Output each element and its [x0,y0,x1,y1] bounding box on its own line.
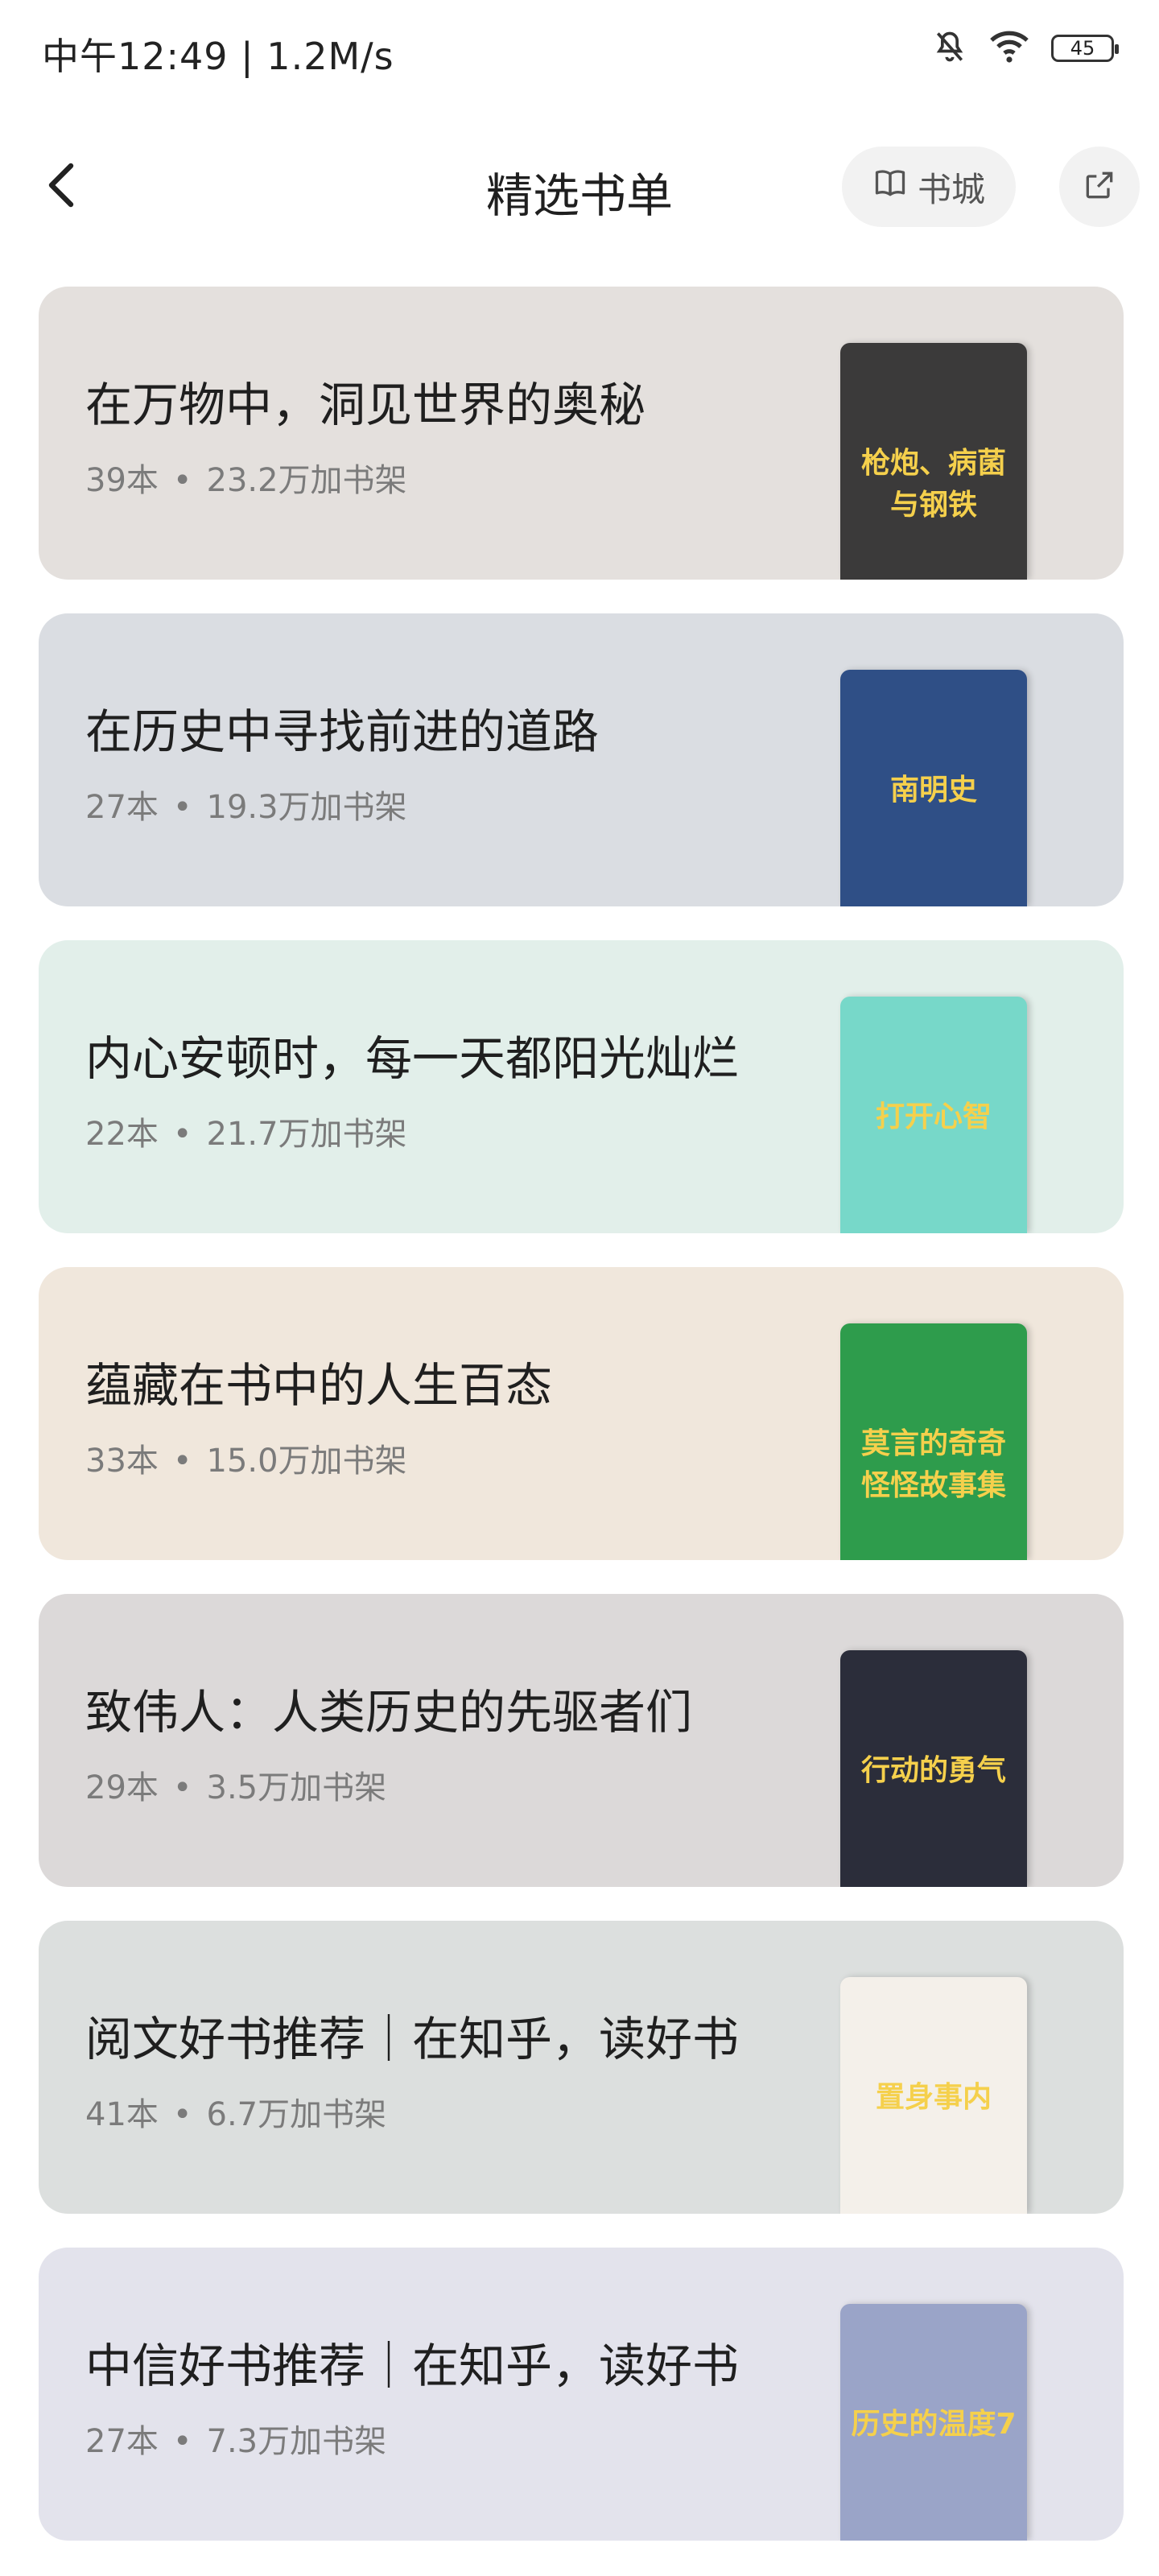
book-cover-front: 枪炮、病菌与钢铁 [840,343,1027,580]
booklist-card[interactable]: 中信好书推荐｜在知乎，读好书 27本 • 7.3万加书架 历史的温度7 [39,2248,1124,2541]
booklist-card[interactable]: 阅文好书推荐｜在知乎，读好书 41本 • 6.7万加书架 置身事内 [39,1921,1124,2214]
store-button[interactable]: 书城 [842,147,1016,227]
book-covers: 历史的温度7 [840,2304,1090,2541]
header: 精选书单 书城 [0,129,1159,242]
status-time-speed: 中午12:49 | 1.2M/s [42,35,394,78]
book-cover-title: 打开心智 [875,1100,992,1133]
book-covers: 南明史 [840,670,1090,906]
book-cover-title: 南明史 [889,774,977,807]
book-cover-front: 历史的温度7 [840,2304,1027,2541]
booklist-meta: 27本 • 7.3万加书架 [85,2423,387,2460]
wifi-icon [988,29,1030,68]
battery-indicator: 45 [1051,35,1119,62]
book-cover-title: 枪炮、病菌与钢铁 [860,447,1006,522]
booklist-card[interactable]: 内心安顿时，每一天都阳光灿烂 22本 • 21.7万加书架 打开心智 [39,940,1124,1233]
booklist-meta: 29本 • 3.5万加书架 [85,1769,387,1806]
book-cover-front: 南明史 [840,670,1027,906]
booklist-meta: 27本 • 19.3万加书架 [85,789,407,826]
booklist-card[interactable]: 蕴藏在书中的人生百态 33本 • 15.0万加书架 莫言的奇奇怪怪故事集 [39,1267,1124,1560]
store-button-label: 书城 [917,169,985,209]
book-count: 41本 [85,2096,159,2133]
book-count: 27本 [85,789,159,826]
book-covers: 置身事内 [840,1977,1090,2214]
book-count: 33本 [85,1443,159,1480]
book-cover-front: 置身事内 [840,1977,1027,2214]
booklist-title: 中信好书推荐｜在知乎，读好书 [85,2339,740,2393]
booklist-title: 内心安顿时，每一天都阳光灿烂 [85,1031,740,1086]
shelf-count: 21.7万加书架 [206,1116,407,1153]
booklist-meta: 41本 • 6.7万加书架 [85,2096,387,2133]
book-covers: 莫言的奇奇怪怪故事集 [840,1323,1090,1560]
booklist-title: 在万物中，洞见世界的奥秘 [85,378,646,432]
shelf-count: 6.7万加书架 [206,2096,387,2133]
book-icon [872,165,908,208]
book-cover-front: 打开心智 [840,997,1027,1233]
book-count: 27本 [85,2423,159,2460]
share-button[interactable] [1059,147,1140,227]
booklist-title: 在历史中寻找前进的道路 [85,704,600,759]
book-count: 29本 [85,1769,159,1806]
book-covers: 枪炮、病菌与钢铁 [840,343,1090,580]
shelf-count: 3.5万加书架 [206,1769,387,1806]
booklist-meta: 33本 • 15.0万加书架 [85,1443,407,1480]
booklist-card[interactable]: 致伟人：人类历史的先驱者们 29本 • 3.5万加书架 行动的勇气 [39,1594,1124,1887]
book-cover-front: 莫言的奇奇怪怪故事集 [840,1323,1027,1560]
booklist-list: 在万物中，洞见世界的奥秘 39本 • 23.2万加书架 枪炮、病菌与钢铁 在历史中寻… [39,287,1124,2574]
booklist-meta: 22本 • 21.7万加书架 [85,1116,407,1153]
booklist-title: 蕴藏在书中的人生百态 [85,1358,553,1413]
book-cover-title: 历史的温度7 [851,2408,1017,2441]
booklist-title: 阅文好书推荐｜在知乎，读好书 [85,2012,740,2066]
book-cover-front: 行动的勇气 [840,1650,1027,1887]
book-count: 39本 [85,462,159,499]
book-count: 22本 [85,1116,159,1153]
status-icons: 45 [932,29,1119,68]
booklist-card[interactable]: 在万物中，洞见世界的奥秘 39本 • 23.2万加书架 枪炮、病菌与钢铁 [39,287,1124,580]
bell-off-icon [932,29,967,68]
shelf-count: 15.0万加书架 [206,1443,407,1480]
shelf-count: 19.3万加书架 [206,789,407,826]
booklist-card[interactable]: 在历史中寻找前进的道路 27本 • 19.3万加书架 南明史 [39,613,1124,906]
share-icon [1082,167,1117,206]
book-covers: 行动的勇气 [840,1650,1090,1887]
book-cover-title: 莫言的奇奇怪怪故事集 [860,1427,1006,1502]
book-cover-title: 置身事内 [875,2081,992,2114]
shelf-count: 7.3万加书架 [206,2423,387,2460]
book-covers: 打开心智 [840,997,1090,1233]
book-cover-title: 行动的勇气 [860,1754,1006,1787]
booklist-title: 致伟人：人类历史的先驱者们 [85,1685,693,1740]
booklist-meta: 39本 • 23.2万加书架 [85,462,407,499]
status-bar: 中午12:49 | 1.2M/s 45 [0,0,1159,105]
shelf-count: 23.2万加书架 [206,462,407,499]
